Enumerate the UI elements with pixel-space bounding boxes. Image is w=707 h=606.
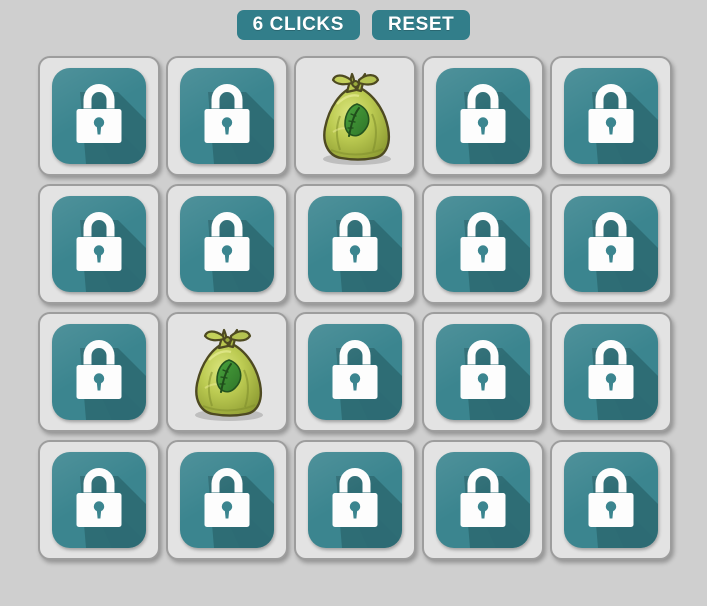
memory-card[interactable]	[294, 312, 416, 432]
lock-icon	[588, 212, 658, 292]
card-back-tile	[52, 452, 146, 548]
lock-icon	[204, 212, 274, 292]
memory-card[interactable]	[550, 184, 672, 304]
card-back-tile	[564, 324, 658, 420]
card-back-tile	[564, 452, 658, 548]
card-back-tile	[52, 324, 146, 420]
card-back-tile	[436, 324, 530, 420]
lock-icon	[332, 212, 402, 292]
card-back-tile	[436, 196, 530, 292]
memory-card[interactable]	[166, 440, 288, 560]
clicks-counter-button[interactable]: 6 CLICKS	[236, 10, 360, 40]
card-back-tile	[436, 452, 530, 548]
memory-card[interactable]	[422, 56, 544, 176]
green-bag-icon	[195, 328, 263, 421]
memory-card-grid	[38, 56, 707, 576]
lock-icon	[204, 468, 274, 548]
lock-icon	[588, 340, 658, 420]
lock-icon	[588, 84, 658, 164]
memory-card[interactable]	[294, 440, 416, 560]
memory-card[interactable]	[550, 56, 672, 176]
reset-button[interactable]: RESET	[372, 10, 471, 40]
memory-card[interactable]	[550, 440, 672, 560]
lock-icon	[460, 212, 530, 292]
card-front-image	[179, 320, 275, 424]
card-back-tile	[180, 452, 274, 548]
lock-icon	[460, 340, 530, 420]
card-back-tile	[180, 196, 274, 292]
lock-icon	[332, 468, 402, 548]
memory-card[interactable]	[166, 184, 288, 304]
card-back-tile	[564, 196, 658, 292]
lock-icon	[204, 84, 274, 164]
lock-icon	[76, 468, 146, 548]
lock-icon	[460, 84, 530, 164]
memory-card[interactable]	[422, 184, 544, 304]
memory-card[interactable]	[38, 312, 160, 432]
card-back-tile	[52, 68, 146, 164]
green-bag-icon	[323, 72, 391, 165]
memory-card[interactable]	[38, 440, 160, 560]
lock-icon	[332, 340, 402, 420]
memory-card[interactable]	[422, 312, 544, 432]
card-front-image	[307, 64, 403, 168]
memory-card[interactable]	[38, 56, 160, 176]
lock-icon	[460, 468, 530, 548]
lock-icon	[76, 212, 146, 292]
card-back-tile	[308, 452, 402, 548]
card-back-tile	[308, 196, 402, 292]
memory-card[interactable]	[550, 312, 672, 432]
card-back-tile	[180, 68, 274, 164]
lock-icon	[76, 340, 146, 420]
lock-icon	[588, 468, 658, 548]
card-back-tile	[436, 68, 530, 164]
memory-card[interactable]	[166, 56, 288, 176]
card-back-tile	[308, 324, 402, 420]
memory-card[interactable]	[294, 184, 416, 304]
card-back-tile	[564, 68, 658, 164]
game-toolbar: 6 CLICKS RESET	[0, 0, 707, 50]
memory-card[interactable]	[38, 184, 160, 304]
memory-card[interactable]	[294, 56, 416, 176]
memory-card[interactable]	[422, 440, 544, 560]
memory-card[interactable]	[166, 312, 288, 432]
card-back-tile	[52, 196, 146, 292]
lock-icon	[76, 84, 146, 164]
